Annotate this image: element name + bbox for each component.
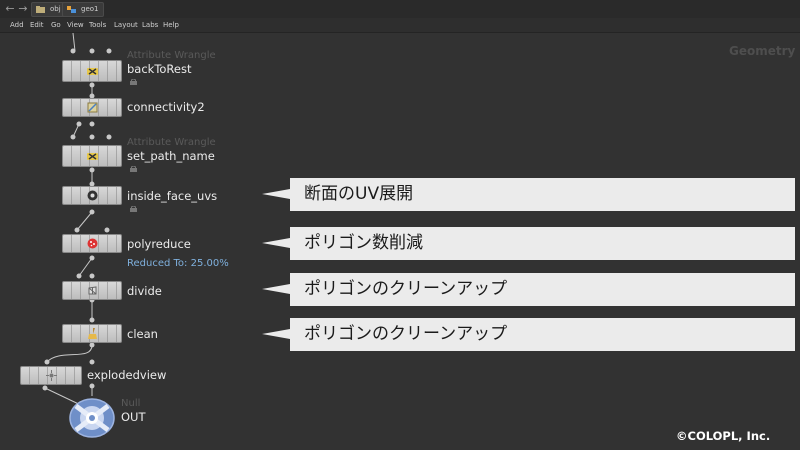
polyreduce-icon	[87, 238, 97, 249]
node-name-label[interactable]: polyreduce	[127, 237, 191, 251]
node-info-badge: Reduced To: 25.00%	[127, 258, 229, 269]
node-type-label: Attribute Wrangle	[127, 50, 216, 61]
node-name-label[interactable]: set_path_name	[127, 149, 215, 163]
clean-icon	[87, 328, 97, 339]
wrangle-icon	[86, 152, 98, 160]
node-explodedview[interactable]	[20, 366, 82, 385]
node-name-label[interactable]: divide	[127, 284, 162, 298]
network-context-label: Geometry	[729, 44, 796, 58]
lock-icon[interactable]	[130, 206, 137, 212]
wrangle-icon	[86, 67, 98, 75]
node-name-label[interactable]: explodedview	[87, 368, 166, 382]
uv-icon	[87, 190, 97, 201]
divide-icon	[88, 286, 96, 295]
callout-arrow	[262, 189, 290, 199]
node-set-path-name[interactable]	[62, 145, 122, 167]
callout-arrow	[262, 238, 290, 248]
explode-icon	[45, 370, 57, 381]
callout-arrow	[262, 329, 290, 339]
node-name-label[interactable]: backToRest	[127, 62, 192, 76]
null-out-icon[interactable]	[68, 396, 116, 440]
node-name-label[interactable]: clean	[127, 327, 158, 341]
node-inside-face-uvs[interactable]	[62, 186, 122, 205]
node-name-label[interactable]: inside_face_uvs	[127, 189, 217, 203]
copyright-notice: ©COLOPL, Inc.	[676, 429, 771, 443]
callout-polygon-cleanup: ポリゴンのクリーンアップ	[290, 273, 795, 306]
callout-polygon-reduction: ポリゴン数削減	[290, 227, 795, 260]
node-type-label: Attribute Wrangle	[127, 137, 216, 148]
connectivity-icon	[87, 102, 97, 113]
node-type-label: Null	[121, 398, 141, 409]
lock-icon[interactable]	[130, 79, 137, 85]
node-backtorest[interactable]	[62, 60, 122, 82]
node-connectivity2[interactable]	[62, 98, 122, 117]
callout-uv-unwrap: 断面のUV展開	[290, 178, 795, 211]
node-divide[interactable]	[62, 281, 122, 300]
callout-polygon-cleanup-2: ポリゴンのクリーンアップ	[290, 318, 795, 351]
node-polyreduce[interactable]	[62, 234, 122, 253]
node-clean[interactable]	[62, 324, 122, 343]
node-name-label[interactable]: connectivity2	[127, 100, 205, 114]
node-name-label[interactable]: OUT	[121, 410, 146, 424]
lock-icon[interactable]	[130, 166, 137, 172]
callout-arrow	[262, 284, 290, 294]
